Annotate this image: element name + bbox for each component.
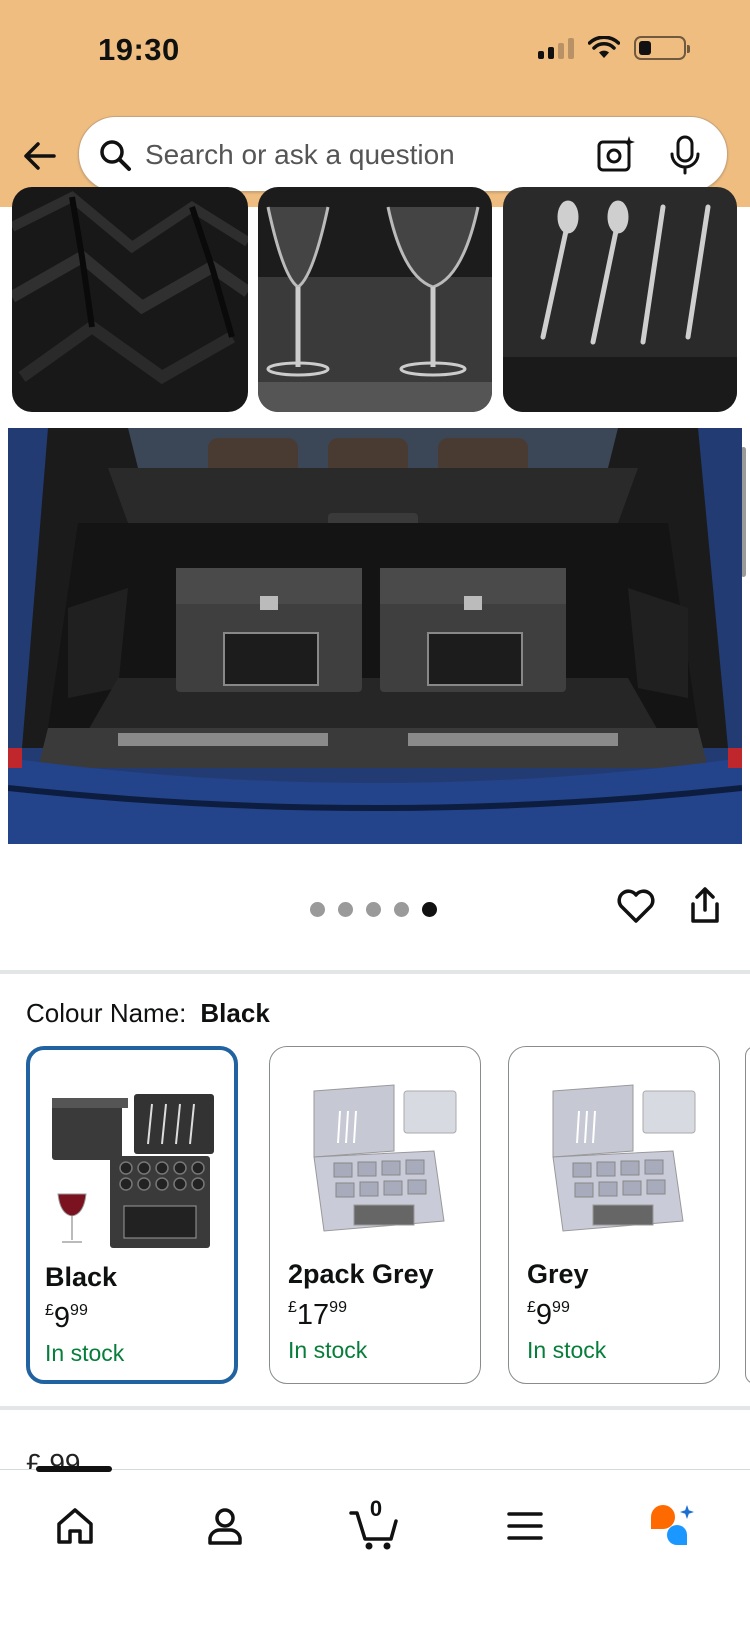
colour-label: Colour Name: — [26, 998, 187, 1028]
option-stock: In stock — [45, 1340, 125, 1366]
status-icons — [538, 36, 690, 60]
rufus-assistant-icon — [651, 1505, 694, 1545]
colour-option-black[interactable]: Black £999 In stock — [26, 1046, 238, 1384]
colour-selected-value: Black — [200, 998, 270, 1028]
home-icon — [57, 1508, 93, 1544]
top-header: 19:30 Search or ask a question — [0, 0, 750, 207]
pager-dot[interactable] — [310, 902, 325, 917]
main-product-image[interactable] — [8, 428, 742, 844]
option-price: £1799 — [288, 1299, 347, 1331]
option-price: £999 — [45, 1302, 88, 1334]
back-arrow-icon[interactable] — [20, 136, 60, 176]
cart-count: 0 — [369, 1496, 383, 1521]
bottom-navigation: 0 — [0, 1466, 750, 1626]
nav-cart[interactable]: 0 — [345, 1496, 405, 1556]
option-name: Black — [45, 1262, 118, 1292]
option-name: Grey — [527, 1259, 589, 1289]
status-time: 19:30 — [98, 32, 180, 67]
thumbnail-wine-glasses[interactable] — [258, 187, 492, 412]
search-icon — [100, 140, 131, 171]
active-tab-indicator — [36, 1466, 112, 1472]
pager-dot[interactable] — [394, 902, 409, 917]
swatch-image — [52, 1094, 214, 1248]
nav-menu[interactable] — [495, 1496, 555, 1556]
search-bar[interactable]: Search or ask a question — [78, 116, 728, 192]
nav-rufus-assistant[interactable] — [642, 1496, 702, 1556]
swatch-image — [552, 1084, 696, 1232]
swatch-image — [313, 1084, 457, 1232]
pager-dot[interactable] — [366, 902, 381, 917]
microphone-icon[interactable] — [665, 134, 705, 176]
colour-option-partial[interactable] — [745, 1046, 750, 1384]
share-icon[interactable] — [688, 886, 722, 926]
image-pager-dots — [310, 902, 437, 917]
camera-lens-icon[interactable] — [595, 134, 637, 176]
cellular-signal-icon — [538, 37, 574, 59]
menu-icon — [507, 1512, 543, 1540]
section-divider — [0, 1406, 750, 1410]
option-name: 2pack Grey — [288, 1259, 434, 1289]
thumbnail-black-felt[interactable] — [12, 187, 248, 412]
image-thumbnail-strip — [0, 187, 750, 577]
heart-icon[interactable] — [616, 886, 656, 926]
account-icon — [208, 1508, 242, 1545]
search-input[interactable]: Search or ask a question — [145, 139, 455, 171]
colour-option-grey[interactable]: Grey £999 In stock — [508, 1046, 720, 1384]
wifi-icon — [588, 36, 620, 58]
nav-account[interactable] — [195, 1496, 255, 1556]
battery-icon — [634, 36, 690, 60]
pager-dot[interactable] — [338, 902, 353, 917]
option-price: £999 — [527, 1299, 570, 1331]
option-stock: In stock — [527, 1337, 607, 1363]
thumbnail-cutlery[interactable] — [503, 187, 737, 412]
colour-option-2pack-grey[interactable]: 2pack Grey £1799 In stock — [269, 1046, 481, 1384]
nav-home[interactable] — [45, 1496, 105, 1556]
pager-dot-active[interactable] — [422, 902, 437, 917]
colour-name-row: Colour Name: Black — [26, 998, 270, 1029]
option-stock: In stock — [288, 1337, 368, 1363]
section-divider — [0, 970, 750, 974]
